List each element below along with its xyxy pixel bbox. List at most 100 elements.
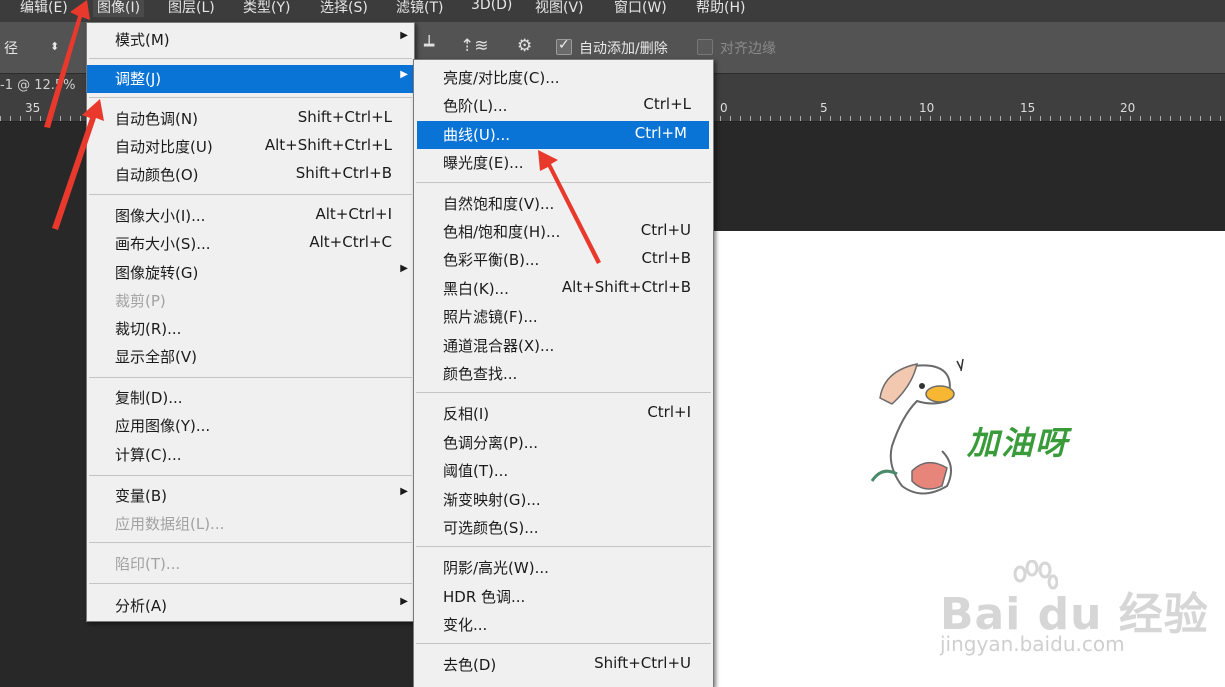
menu-item-auto-tone[interactable]: 自动色调(N) Shift+Ctrl+L [87, 105, 414, 133]
menu-item-label: 自动对比度(U) [115, 138, 213, 156]
ruler-tick [890, 116, 891, 121]
menu-window[interactable]: 窗口(W) [614, 0, 667, 17]
menu-item-trim[interactable]: 裁切(R)... [87, 315, 414, 343]
auto-add-delete-label: 自动添加/删除 [579, 41, 668, 57]
menu-item-threshold[interactable]: 阈值(T)... [414, 457, 713, 485]
ruler-tick [910, 116, 911, 121]
ruler-tick [780, 116, 781, 121]
menu-item-vibrance[interactable]: 自然饱和度(V)... [414, 190, 713, 218]
menu-item-hue-saturation[interactable]: 色相/饱和度(H)... Ctrl+U [414, 218, 713, 246]
menu-item-shortcut: Shift+Ctrl+B [295, 164, 392, 182]
ruler-tick [1120, 116, 1121, 121]
menu-separator [416, 546, 711, 547]
menu-item-black-white[interactable]: 黑白(K)... Alt+Shift+Ctrl+B [414, 275, 713, 303]
path-mode-label[interactable]: 径 [4, 38, 18, 58]
ruler-tick [770, 116, 771, 121]
menu-item-label: 色彩平衡(B)... [443, 251, 540, 269]
document-tab[interactable]: -1 @ 12.5% [0, 78, 76, 93]
menu-item-label: 色相/饱和度(H)... [443, 223, 561, 241]
menu-item-canvas-size[interactable]: 画布大小(S)... Alt+Ctrl+C [87, 230, 414, 258]
menu-separator [416, 643, 711, 644]
menu-item-shortcut: Alt+Shift+Ctrl+L [264, 136, 392, 154]
menu-help[interactable]: 帮助(H) [696, 0, 745, 17]
menu-item-auto-color[interactable]: 自动颜色(O) Shift+Ctrl+B [87, 161, 414, 189]
menu-item-image-size[interactable]: 图像大小(I)... Alt+Ctrl+I [87, 202, 414, 230]
ruler-tick [870, 116, 871, 121]
ruler-tick [1030, 116, 1031, 121]
ruler-tick [1080, 116, 1081, 121]
menu-item-label: 裁切(R)... [115, 320, 182, 338]
menu-item-auto-contrast[interactable]: 自动对比度(U) Alt+Shift+Ctrl+L [87, 133, 414, 161]
menu-select[interactable]: 选择(S) [320, 0, 368, 17]
sticker-text: 加油呀 [967, 424, 1070, 462]
menu-item-apply-image[interactable]: 应用图像(Y)... [87, 412, 414, 440]
menu-item-shadows-highlights[interactable]: 阴影/高光(W)... [414, 554, 713, 582]
align-edges-checkbox[interactable] [697, 39, 713, 55]
menu-view[interactable]: 视图(V) [535, 0, 584, 17]
ruler-tick [860, 116, 861, 121]
menu-item-mode[interactable]: 模式(M) ▶ [87, 26, 414, 54]
menu-separator [89, 58, 412, 59]
menu-item-curves[interactable]: 曲线(U)... Ctrl+M [417, 121, 709, 149]
dropdown-arrow-icon[interactable]: ⬍ [50, 40, 59, 53]
menu-item-exposure[interactable]: 曝光度(E)... [414, 149, 713, 177]
menu-3d[interactable]: 3D(D) [471, 0, 512, 13]
gear-icon[interactable]: ⚙ [517, 36, 532, 56]
menu-item-label: 去色(D) [443, 656, 497, 674]
menu-edit[interactable]: 编辑(E) [20, 0, 68, 17]
menu-item-image-rotation[interactable]: 图像旋转(G) ▶ [87, 259, 414, 287]
menu-item-hdr-toning[interactable]: HDR 色调... [414, 583, 713, 611]
menu-item-selective-color[interactable]: 可选颜色(S)... [414, 514, 713, 542]
menu-item-label: 裁剪(P) [115, 292, 166, 310]
menu-item-label: 自然饱和度(V)... [443, 195, 555, 213]
menu-type[interactable]: 类型(Y) [243, 0, 290, 17]
menu-item-shortcut: Alt+Ctrl+C [309, 233, 392, 251]
ruler-tick [60, 116, 61, 121]
menu-item-color-balance[interactable]: 色彩平衡(B)... Ctrl+B [414, 246, 713, 274]
ruler-tick [940, 116, 941, 121]
path-align-icon[interactable]: ┷ [424, 36, 434, 56]
menu-item-label: 显示全部(V) [115, 348, 197, 366]
ruler-tick [1060, 116, 1061, 121]
ruler-label: 5 [820, 101, 828, 115]
ruler-tick [760, 116, 761, 121]
menu-item-desaturate[interactable]: 去色(D) Shift+Ctrl+U [414, 651, 713, 679]
menu-filter[interactable]: 滤镜(T) [396, 0, 443, 17]
menu-image[interactable]: 图像(I) [93, 0, 145, 17]
menu-item-label: 调整(J) [115, 70, 162, 88]
menu-item-posterize[interactable]: 色调分离(P)... [414, 429, 713, 457]
ruler-tick [80, 116, 81, 121]
ruler-tick [720, 116, 721, 121]
ruler-tick [900, 116, 901, 121]
ruler-tick [30, 116, 31, 121]
menu-item-duplicate[interactable]: 复制(D)... [87, 384, 414, 412]
menu-layer[interactable]: 图层(L) [168, 0, 215, 17]
path-arrange-icon[interactable]: ⇡≋ [460, 36, 489, 56]
menu-item-label: 色阶(L)... [443, 97, 508, 115]
menu-item-invert[interactable]: 反相(I) Ctrl+I [414, 400, 713, 428]
menu-item-adjustments[interactable]: 调整(J) ▶ [87, 65, 414, 93]
menu-separator [89, 97, 412, 98]
menu-item-variations[interactable]: 变化... [414, 611, 713, 639]
menu-item-channel-mixer[interactable]: 通道混合器(X)... [414, 332, 713, 360]
ruler-tick [730, 116, 731, 121]
ruler-tick [20, 116, 21, 121]
menu-item-label: 应用图像(Y)... [115, 417, 211, 435]
submenu-arrow-icon: ▶ [400, 30, 408, 41]
menu-item-color-lookup[interactable]: 颜色查找... [414, 360, 713, 388]
menu-item-analysis[interactable]: 分析(A) ▶ [87, 592, 414, 620]
ruler-tick [950, 116, 951, 121]
menu-item-brightness-contrast[interactable]: 亮度/对比度(C)... [414, 64, 713, 92]
menu-item-levels[interactable]: 色阶(L)... Ctrl+L [414, 92, 713, 120]
ruler-tick [920, 116, 921, 121]
menu-item-calculations[interactable]: 计算(C)... [87, 441, 414, 469]
menu-item-variables[interactable]: 变量(B) ▶ [87, 482, 414, 510]
ruler-tick [1040, 116, 1041, 121]
auto-add-delete-checkbox[interactable] [556, 37, 572, 55]
menu-item-reveal-all[interactable]: 显示全部(V) [87, 343, 414, 371]
menu-item-photo-filter[interactable]: 照片滤镜(F)... [414, 303, 713, 331]
ruler-tick [1000, 116, 1001, 121]
ruler-tick [1050, 116, 1051, 121]
menu-item-gradient-map[interactable]: 渐变映射(G)... [414, 486, 713, 514]
menu-item-label: 曝光度(E)... [443, 154, 524, 172]
